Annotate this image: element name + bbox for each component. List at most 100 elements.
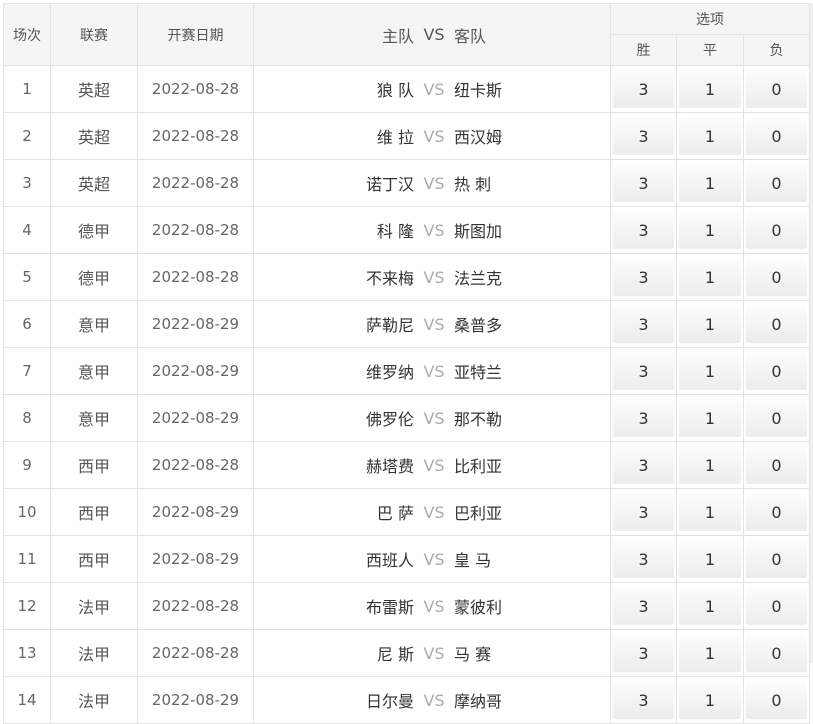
away-team: 亚特兰	[454, 363, 503, 382]
vs-label: VS	[423, 126, 445, 146]
league-name: 法甲	[50, 676, 138, 724]
header-match: 主队 VS 客队	[253, 3, 611, 66]
draw-cell: 1	[676, 488, 744, 536]
match-date: 2022-08-28	[137, 112, 254, 160]
win-option-button[interactable]: 3	[613, 258, 674, 296]
home-team: 不来梅	[365, 269, 414, 288]
match-date: 2022-08-28	[137, 253, 254, 301]
win-option-button[interactable]: 3	[613, 70, 674, 108]
match-date: 2022-08-29	[137, 676, 254, 724]
win-option-button[interactable]: 3	[613, 681, 674, 719]
vs-label: VS	[423, 267, 445, 287]
draw-cell: 1	[676, 582, 744, 630]
draw-option-button[interactable]: 1	[679, 399, 741, 437]
table-row: 11 西甲 2022-08-29 西班人 VS 皇 马 310	[3, 535, 810, 583]
league-name: 西甲	[50, 488, 138, 536]
vs-label: VS	[423, 173, 445, 193]
home-team: 狼 队	[376, 81, 414, 100]
win-option-button[interactable]: 3	[613, 305, 674, 343]
match-teams: 萨勒尼 VS 桑普多	[253, 300, 611, 348]
match-teams: 佛罗伦 VS 那不勒	[253, 394, 611, 442]
match-date: 2022-08-29	[137, 488, 254, 536]
win-cell: 3	[610, 347, 677, 395]
draw-cell: 1	[676, 535, 744, 583]
loss-option-button[interactable]: 0	[746, 493, 807, 531]
draw-option-button[interactable]: 1	[679, 258, 741, 296]
header-league: 联赛	[50, 3, 138, 66]
draw-option-button[interactable]: 1	[679, 681, 741, 719]
match-teams: 诺丁汉 VS 热 刺	[253, 159, 611, 207]
win-option-button[interactable]: 3	[613, 399, 674, 437]
loss-option-button[interactable]: 0	[746, 258, 807, 296]
table-row: 7 意甲 2022-08-29 维罗纳 VS 亚特兰 3 1 0	[3, 347, 810, 395]
draw-option-button[interactable]: 1	[679, 211, 741, 249]
away-team: 桑普多	[454, 316, 503, 335]
draw-option-button[interactable]: 1	[679, 446, 741, 484]
win-option-button[interactable]: 3	[613, 446, 674, 484]
match-teams: 尼 斯 VS 马 赛	[253, 629, 611, 677]
loss-option-button[interactable]: 0	[746, 446, 807, 484]
match-teams: 科 隆 VS 斯图加	[253, 206, 611, 254]
loss-option-button[interactable]: 0	[746, 211, 807, 249]
vs-label: VS	[423, 220, 445, 240]
table-row: 3 英超 2022-08-28 诺丁汉 VS 热 刺310	[3, 159, 810, 207]
draw-option-button[interactable]: 1	[679, 70, 741, 108]
match-teams: 布雷斯 VS 蒙彼利	[253, 582, 611, 630]
win-cell: 3	[610, 112, 677, 160]
match-teams: 维罗纳 VS 亚特兰	[253, 347, 611, 395]
match-number: 11	[3, 535, 51, 583]
loss-option-button[interactable]: 0	[746, 681, 807, 719]
win-option-button[interactable]: 3	[613, 117, 674, 155]
loss-cell: 0	[743, 676, 810, 724]
win-option-button[interactable]: 3	[613, 634, 674, 672]
loss-option-button[interactable]: 0	[746, 352, 807, 390]
loss-option-button[interactable]: 0	[746, 70, 807, 108]
win-option-button[interactable]: 3	[613, 540, 674, 578]
loss-option-button[interactable]: 0	[746, 305, 807, 343]
header-win: 胜	[610, 34, 677, 66]
match-date: 2022-08-28	[137, 441, 254, 489]
draw-cell: 1	[676, 253, 744, 301]
header-loss: 负	[743, 34, 810, 66]
draw-cell: 1	[676, 394, 744, 442]
table-row: 5 德甲 2022-08-28 不来梅 VS 法兰克 3 1 0	[3, 253, 810, 301]
loss-option-button[interactable]: 0	[746, 117, 807, 155]
draw-option-button[interactable]: 1	[679, 634, 741, 672]
loss-cell: 0	[743, 347, 810, 395]
win-option-button[interactable]: 3	[613, 164, 674, 202]
win-option-button[interactable]: 3	[613, 587, 674, 625]
draw-option-button[interactable]: 1	[679, 540, 741, 578]
match-number: 1	[3, 65, 51, 113]
loss-option-button[interactable]: 0	[746, 634, 807, 672]
match-number: 14	[3, 676, 51, 724]
table-row: 4 德甲 2022-08-28 科 隆 VS 斯图加 3 1 0	[3, 206, 810, 254]
win-option-button[interactable]: 3	[613, 352, 674, 390]
draw-cell: 1	[676, 65, 744, 113]
loss-option-button[interactable]: 0	[746, 164, 807, 202]
loss-cell: 0	[743, 535, 810, 583]
win-option-button[interactable]: 3	[613, 211, 674, 249]
away-team: 法兰克	[454, 269, 503, 288]
match-date: 2022-08-29	[137, 300, 254, 348]
draw-option-button[interactable]: 1	[679, 493, 741, 531]
match-teams: 日尔曼 VS 摩纳哥	[253, 676, 611, 724]
draw-option-button[interactable]: 1	[679, 117, 741, 155]
header-away: 客队	[454, 26, 487, 46]
draw-cell: 1	[676, 441, 744, 489]
away-team: 马 赛	[454, 645, 492, 664]
loss-option-button[interactable]: 0	[746, 399, 807, 437]
draw-option-button[interactable]: 1	[679, 164, 741, 202]
draw-option-button[interactable]: 1	[679, 352, 741, 390]
draw-cell: 1	[676, 347, 744, 395]
draw-option-button[interactable]: 1	[679, 587, 741, 625]
match-number: 12	[3, 582, 51, 630]
loss-cell: 0	[743, 206, 810, 254]
loss-option-button[interactable]: 0	[746, 540, 807, 578]
header-draw: 平	[676, 34, 744, 66]
league-name: 西甲	[50, 535, 138, 583]
away-team: 蒙彼利	[454, 598, 503, 617]
win-option-button[interactable]: 3	[613, 493, 674, 531]
loss-option-button[interactable]: 0	[746, 587, 807, 625]
match-date: 2022-08-29	[137, 347, 254, 395]
draw-option-button[interactable]: 1	[679, 305, 741, 343]
